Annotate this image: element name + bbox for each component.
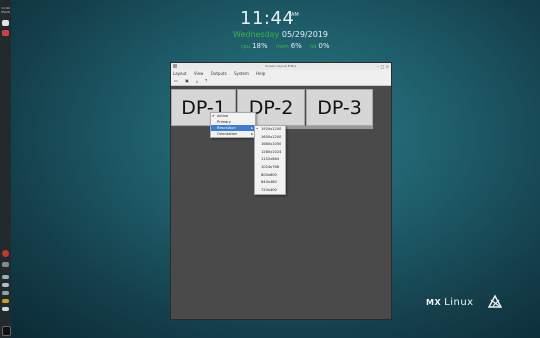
conky-ampm: AM xyxy=(291,12,299,18)
resolution-label: 1280x1024 xyxy=(261,149,282,154)
resolution-option[interactable]: 1600x1200 xyxy=(255,134,285,142)
chevron-right-icon: ▸ xyxy=(251,132,253,136)
menu-outputs[interactable]: Outputs xyxy=(211,71,227,76)
window-title: Screen Layout Editor xyxy=(265,64,297,68)
mx-menu-icon[interactable] xyxy=(2,326,11,336)
stat-label: hd xyxy=(310,44,317,50)
conky-stats: cpu 18% mem 6% hd 0% xyxy=(241,42,336,50)
menu-layout[interactable]: Layout xyxy=(173,71,187,76)
toolbar: ▭ ▣ ⤓ ⤒ xyxy=(171,77,391,86)
menubar: Layout View Outputs System Help xyxy=(171,70,391,77)
menu-item-label: Resolution xyxy=(217,126,236,130)
stat-value: 6% xyxy=(290,42,302,50)
volume-icon[interactable] xyxy=(2,283,9,287)
panel-clock[interactable]: 11:44 05/29 xyxy=(0,6,11,14)
resolution-option[interactable]: 800x600 xyxy=(255,172,285,180)
resolution-submenu: • 1920x1200 1600x1200 1680x1050 1280x102… xyxy=(254,125,286,196)
power-icon[interactable] xyxy=(2,307,9,311)
resolution-option[interactable]: 640x480 xyxy=(255,179,285,187)
stat-value: 0% xyxy=(318,42,330,50)
save-icon[interactable]: ▣ xyxy=(185,78,189,83)
conky-date: Wednesday 05/29/2019 xyxy=(233,30,328,39)
resolution-label: 1152x864 xyxy=(261,157,280,162)
folder-icon[interactable]: ▭ xyxy=(174,78,178,83)
resolution-option[interactable]: 1024x768 xyxy=(255,164,285,172)
resolution-label: 800x600 xyxy=(261,172,277,177)
resolution-label: 720x400 xyxy=(261,187,277,192)
maximize-icon[interactable]: □ xyxy=(381,64,385,69)
resolution-label: 1024x768 xyxy=(261,164,280,169)
logo-brand: MX xyxy=(426,298,442,307)
menu-view[interactable]: View xyxy=(194,71,204,76)
resolution-option[interactable]: 1152x864 xyxy=(255,156,285,164)
left-panel: 11:44 05/29 xyxy=(0,0,11,338)
system-icon[interactable] xyxy=(2,250,9,257)
resolution-label: 1920x1200 xyxy=(261,127,282,131)
panel-clock-date: 05/29 xyxy=(1,10,10,14)
resolution-option[interactable]: 720x400 xyxy=(255,187,285,195)
resolution-label: 640x480 xyxy=(261,180,277,185)
stat-value: 18% xyxy=(252,42,268,50)
window-titlebar[interactable]: Screen Layout Editor – □ × xyxy=(171,63,391,70)
stat-label: mem xyxy=(275,44,289,50)
conky-time: 11:44 xyxy=(240,8,295,29)
output-dp3[interactable]: DP-3 xyxy=(306,89,373,126)
logo-text: Linux xyxy=(444,297,474,308)
conky-date-value: 05/29/2019 xyxy=(281,30,328,39)
updater-icon[interactable] xyxy=(2,299,9,303)
clipboard-icon[interactable] xyxy=(2,291,9,295)
minimize-icon[interactable]: – xyxy=(377,64,379,69)
resolution-option[interactable]: 1280x1024 xyxy=(255,149,285,157)
resolution-label: 1600x1200 xyxy=(261,134,282,139)
menu-help[interactable]: Help xyxy=(256,71,265,76)
download-icon[interactable]: ⤓ xyxy=(196,78,198,83)
window-app-icon xyxy=(173,64,177,68)
menu-item-orientation[interactable]: Orientation ▸ xyxy=(211,131,255,137)
mx-logo-icon xyxy=(488,294,502,308)
menu-item-label: Orientation xyxy=(217,132,238,136)
launcher-icon[interactable] xyxy=(2,20,9,26)
resolution-option[interactable]: • 1920x1200 xyxy=(255,126,285,134)
layout-canvas[interactable]: DP-1 DP-2 DP-3 xyxy=(171,86,391,319)
menu-item-label: Primary xyxy=(217,120,231,124)
resolution-option[interactable]: 1680x1050 xyxy=(255,141,285,149)
upload-icon[interactable]: ⤒ xyxy=(205,78,207,83)
tray-icon[interactable] xyxy=(2,262,9,267)
menu-item-label: Active xyxy=(217,114,229,118)
app-icon[interactable] xyxy=(2,30,9,36)
radio-selected-icon: • xyxy=(256,127,259,131)
window-controls: – □ × xyxy=(377,64,389,69)
menu-system[interactable]: System xyxy=(234,71,249,76)
mx-linux-logo: MX Linux xyxy=(426,294,502,308)
close-icon[interactable]: × xyxy=(386,64,389,69)
conky-weekday: Wednesday xyxy=(233,30,280,39)
output-context-menu: ✔ Active Primary Resolution ▸ Orientatio… xyxy=(210,112,256,138)
stat-label: cpu xyxy=(241,44,251,50)
network-icon[interactable] xyxy=(2,275,9,279)
resolution-label: 1680x1050 xyxy=(261,142,282,147)
